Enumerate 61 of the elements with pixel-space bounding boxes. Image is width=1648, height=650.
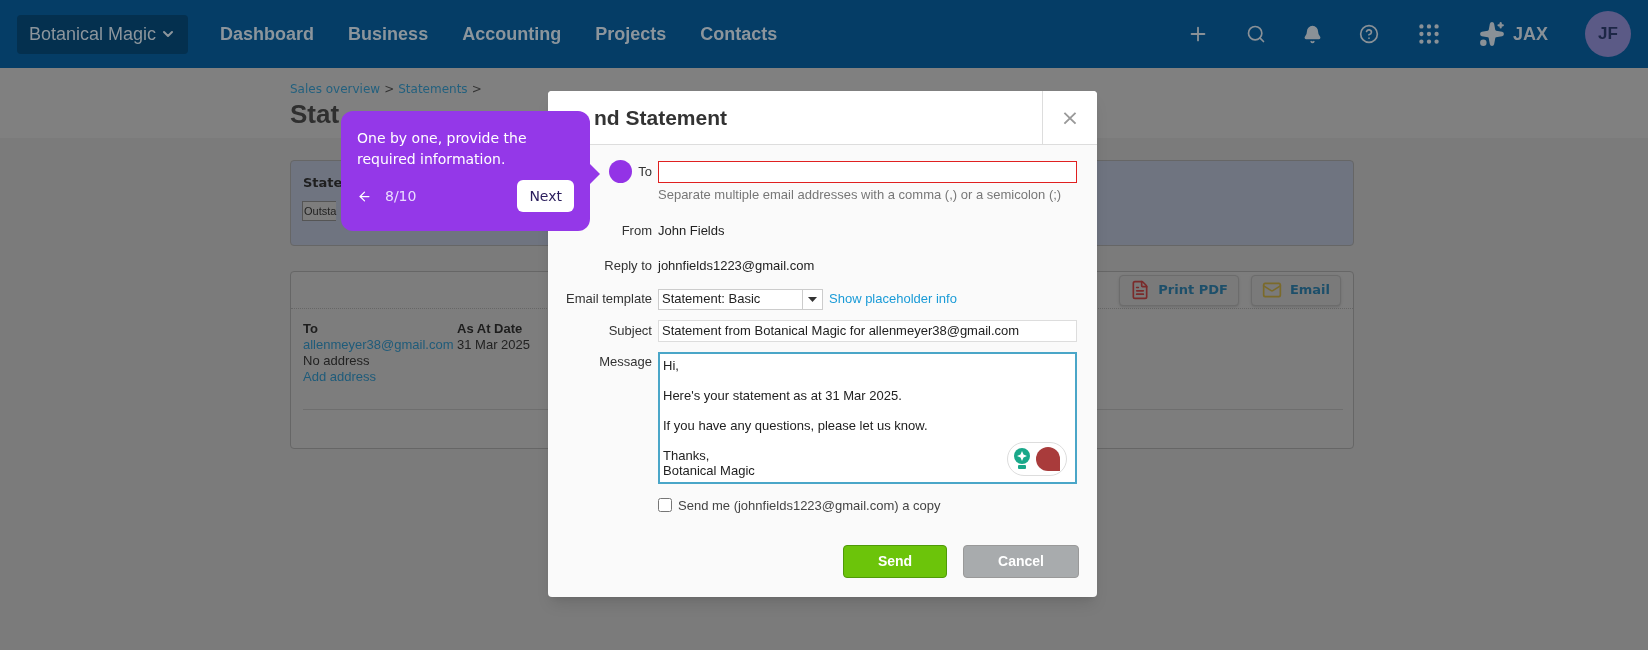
next-button[interactable]: Next (517, 180, 574, 212)
send-button[interactable]: Send (843, 545, 947, 578)
blob-icon (1035, 445, 1061, 472)
page-title: Stat (290, 98, 340, 130)
address-link[interactable]: allenmeyer38@gmail.com (303, 337, 454, 353)
step-counter: 8/10 (385, 186, 417, 206)
to-hint: Separate multiple email addresses with a comma (,) or a semicolon (;) (658, 186, 1063, 204)
message-paragraph: Here's your statement as at 31 Mar 2025. (663, 387, 902, 403)
nav-link[interactable]: Projects (595, 20, 667, 48)
message-paragraph: If you have any questions, please let us know. (663, 417, 928, 433)
message-field[interactable]: Hi, Here's your statement as at 31 Mar 2025. If you have any questions, please let us know. Thanks, Botanical Magic (658, 351, 1077, 484)
breadcrumb-link[interactable]: Statements (398, 80, 468, 98)
template-select[interactable]: Statement: Basic (658, 288, 823, 310)
placeholder-info-link[interactable]: Show placeholder info (829, 289, 957, 309)
copy-label: Send me (johnfields1223@gmail.com) a copy (678, 496, 941, 515)
field-label: From (621, 221, 652, 240)
tour-message: One by one, provide the required information. (357, 129, 528, 169)
nav-link[interactable]: Business (348, 20, 429, 48)
organization-menu[interactable]: Botanical Magic (17, 14, 189, 54)
nav-link[interactable]: Contacts (700, 20, 778, 48)
column-heading: To (303, 321, 318, 337)
help-icon[interactable] (1359, 24, 1379, 44)
column-heading: As At Date (457, 321, 523, 337)
field-label: Email template (566, 290, 652, 309)
field-label: Message (599, 352, 652, 371)
status-select[interactable]: Outsta (302, 200, 337, 221)
dialog-title: nd Statement (593, 104, 728, 131)
field-label: Reply to (604, 257, 652, 275)
breadcrumb-link[interactable]: Sales overview (290, 80, 381, 98)
subject-field[interactable]: Statement from Botanical Magic for allenmeyer38@gmail.com (658, 319, 1077, 342)
dropdown-arrow-icon (808, 296, 817, 302)
writing-assistant-widget[interactable] (1007, 441, 1067, 476)
copy-checkbox[interactable] (658, 498, 672, 513)
breadcrumb-separator: > (471, 81, 482, 98)
email-button[interactable]: Email (1250, 274, 1341, 306)
cancel-button[interactable]: Cancel (963, 545, 1079, 578)
to-field[interactable] (658, 161, 1077, 183)
field-label: To (638, 163, 652, 182)
sparkle-icon (1479, 21, 1505, 47)
apps-grid-icon[interactable] (1416, 21, 1442, 47)
bell-icon[interactable] (1303, 24, 1322, 44)
message-paragraph: Hi, (663, 357, 679, 373)
print-pdf-button[interactable]: Print PDF (1119, 274, 1239, 306)
field-label: Subject (608, 321, 652, 340)
nav-link[interactable]: Accounting (462, 20, 562, 48)
lightbulb-icon (1013, 446, 1031, 471)
pdf-icon (1130, 280, 1151, 300)
from-value: John Fields (658, 221, 725, 240)
column-value: No address (303, 353, 370, 369)
nav-link[interactable]: Dashboard (220, 20, 315, 48)
reply-to-value: johnfields1223@gmail.com (658, 257, 815, 275)
assistant-button[interactable]: JAX (1479, 20, 1548, 48)
breadcrumb-separator: > (384, 81, 395, 98)
filter-label: State (303, 174, 343, 192)
search-icon[interactable] (1246, 24, 1266, 44)
user-avatar[interactable]: JF (1585, 11, 1631, 57)
column-value: 31 Mar 2025 (457, 337, 530, 353)
close-button[interactable]: × (1042, 91, 1097, 144)
address-link[interactable]: Add address (303, 369, 376, 385)
envelope-icon (1261, 280, 1282, 300)
message-paragraph: Thanks, Botanical Magic (663, 447, 755, 478)
